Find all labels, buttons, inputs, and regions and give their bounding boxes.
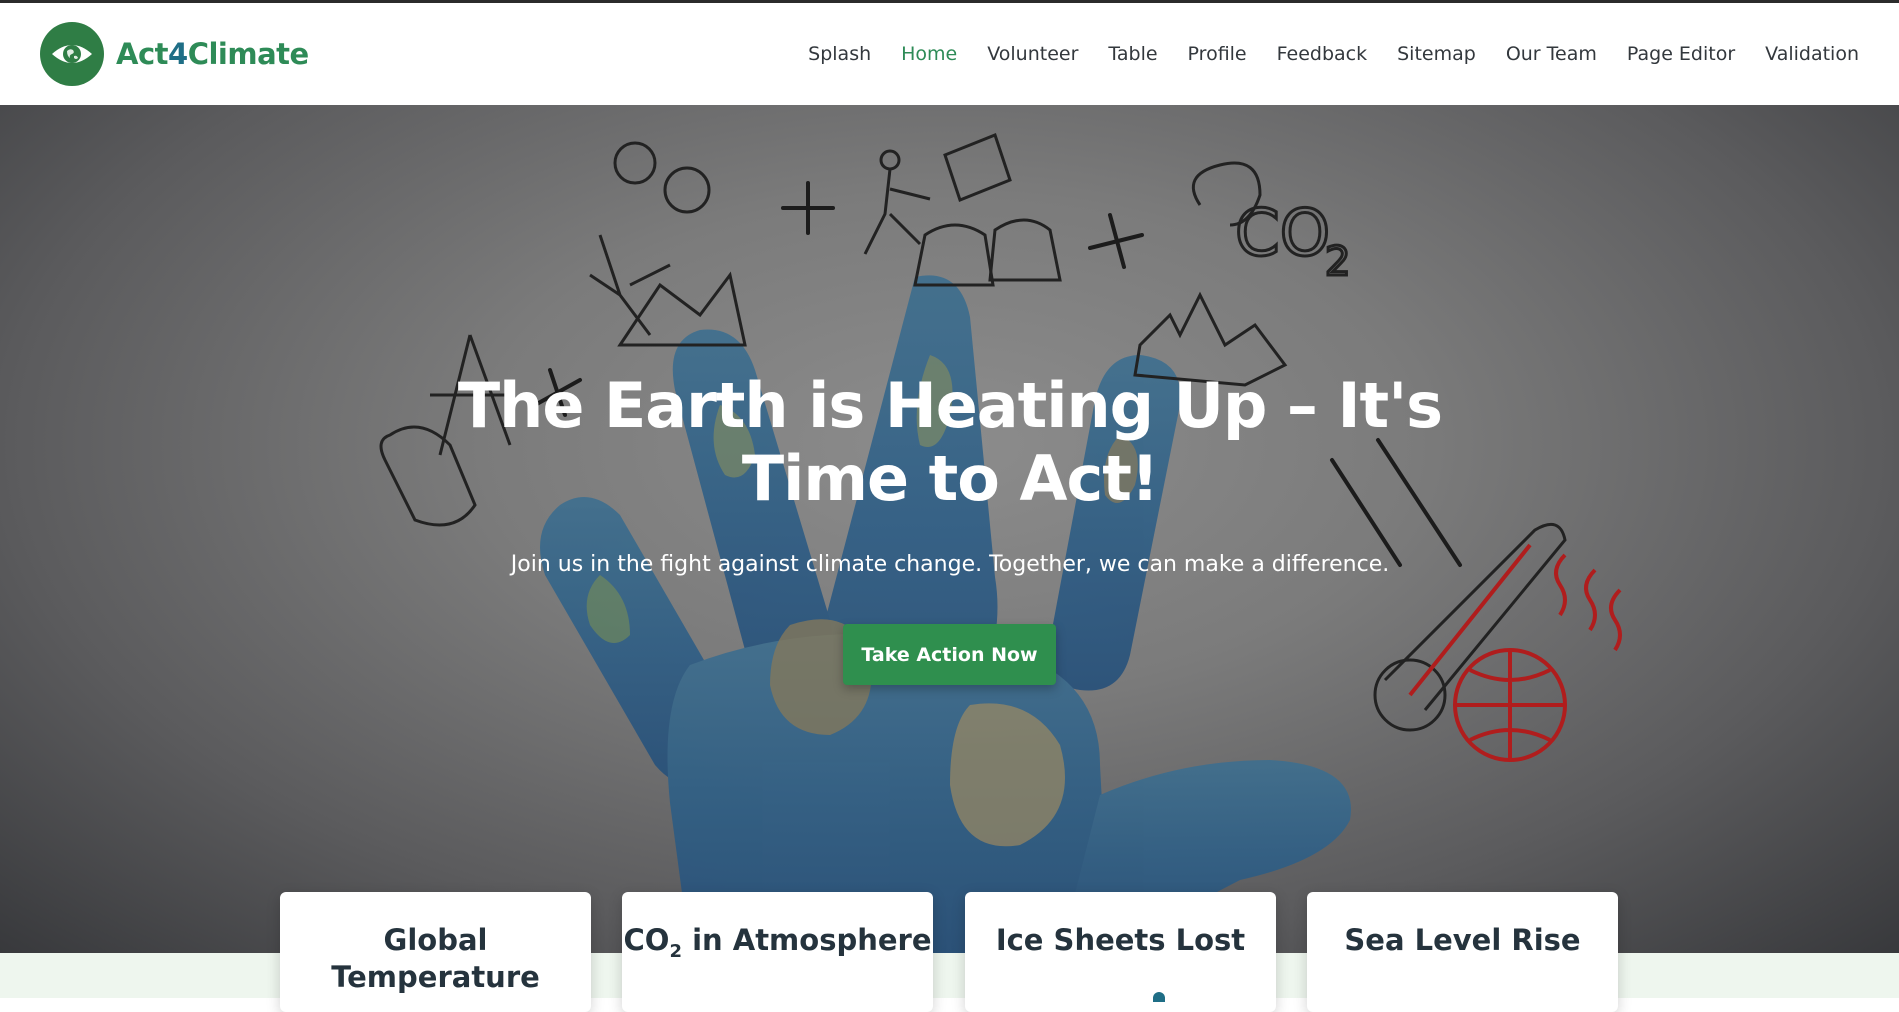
stat-card-title: Ice Sheets Lost: [995, 923, 1246, 957]
earth-hand-climate-doodle-image: CO 2: [379, 133, 1622, 953]
main-nav: Splash Home Volunteer Table Profile Feed…: [778, 3, 1859, 105]
stat-card-co2: CO2 in Atmosphere: [622, 892, 933, 1012]
loading-indicator-icon: [1153, 992, 1165, 1002]
hero-subtitle: Join us in the fight against climate cha…: [510, 552, 1390, 577]
stat-card-ice-sheets: Ice Sheets Lost: [965, 892, 1276, 1012]
navbar: Act4Climate Splash Home Volunteer Table …: [0, 3, 1899, 105]
nav-link-profile[interactable]: Profile: [1188, 43, 1247, 65]
nav-link-our-team[interactable]: Our Team: [1506, 43, 1597, 65]
svg-text:CO: CO: [1235, 197, 1330, 271]
svg-text:2: 2: [1325, 239, 1350, 285]
take-action-button[interactable]: Take Action Now: [843, 624, 1056, 685]
brand-link[interactable]: Act4Climate: [40, 22, 309, 86]
nav-link-validation[interactable]: Validation: [1765, 43, 1859, 65]
brand-name: Act4Climate: [116, 37, 309, 71]
nav-link-sitemap[interactable]: Sitemap: [1397, 43, 1476, 65]
hero-section: CO 2 The Earth is Heating Up – It's Time…: [0, 105, 1899, 953]
nav-link-page-editor[interactable]: Page Editor: [1627, 43, 1735, 65]
stat-card-title: Sea Level Rise: [1344, 923, 1581, 957]
hero-title: The Earth is Heating Up – It's Time to A…: [457, 369, 1443, 515]
nav-link-volunteer[interactable]: Volunteer: [987, 43, 1078, 65]
nav-link-home[interactable]: Home: [901, 43, 957, 65]
nav-link-table[interactable]: Table: [1108, 43, 1157, 65]
stat-card-global-temperature: Global Temperature: [280, 892, 591, 1012]
nav-link-feedback[interactable]: Feedback: [1277, 43, 1367, 65]
stat-card-title: Global Temperature: [331, 923, 540, 994]
nav-link-splash[interactable]: Splash: [808, 43, 871, 65]
eye-globe-icon: [40, 22, 104, 86]
stat-card-title: CO2 in Atmosphere: [623, 923, 932, 962]
stat-card-sea-level: Sea Level Rise: [1307, 892, 1618, 1012]
